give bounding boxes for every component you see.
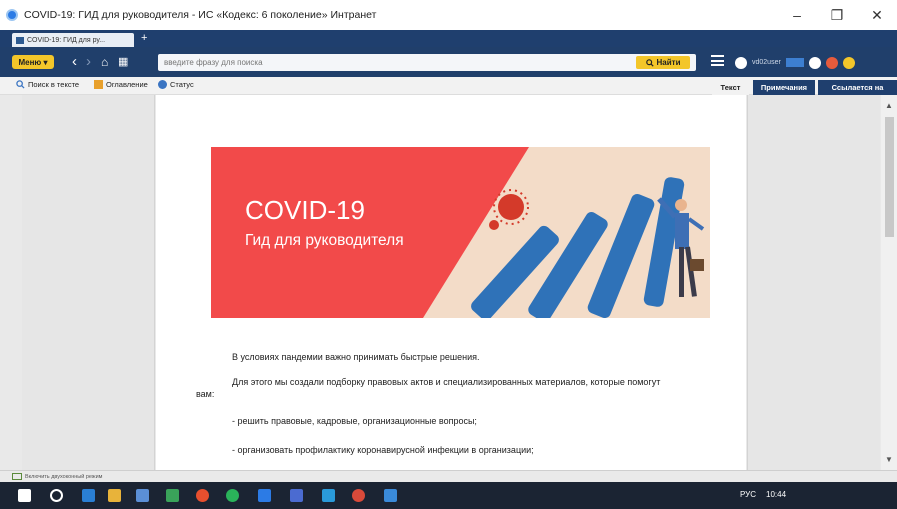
tab-references[interactable]: Ссылается на (818, 80, 897, 95)
maximize-button[interactable]: ❐ (817, 0, 857, 30)
window-titlebar: COVID-19: ГИД для руководителя - ИС «Код… (0, 0, 897, 30)
back-icon[interactable]: ‹ (72, 53, 77, 71)
scroll-up-icon[interactable]: ▲ (885, 101, 893, 110)
contents-label: Оглавление (106, 80, 148, 89)
left-panel (22, 95, 155, 470)
search-icon[interactable] (50, 489, 63, 502)
search-in-text-button[interactable]: Поиск в тексте (16, 80, 79, 89)
find-button-label: Найти (656, 58, 681, 67)
start-icon[interactable] (18, 489, 31, 502)
tab-covid-guide[interactable]: COVID-19: ГИД для ру... (12, 33, 134, 47)
status-bar: Включить двухоконный режим (0, 470, 897, 482)
main-toolbar: Меню ▾ ‹ › ⌂ ▦ Найти vd02user (0, 47, 897, 77)
browser-icon[interactable] (82, 489, 95, 502)
doc-paragraph-2b: вам: (196, 389, 215, 399)
whatsapp-icon[interactable] (226, 489, 239, 502)
window-controls: – ❐ ✕ (777, 0, 897, 30)
document-toolbar: Поиск в тексте Оглавление Статус Текст П… (0, 77, 897, 95)
telegram-icon[interactable] (322, 489, 335, 502)
dual-window-icon (12, 473, 22, 480)
right-panel (747, 95, 880, 470)
vertical-scrollbar[interactable]: ▲ ▼ (881, 95, 897, 470)
tab-bar: COVID-19: ГИД для ру... + (0, 30, 897, 47)
content-area: COVID-19 Гид для руководителя В условиях… (0, 95, 897, 470)
forward-icon[interactable]: › (86, 53, 91, 71)
minimize-button[interactable]: – (777, 0, 817, 30)
banner-subtitle: Гид для руководителя (245, 232, 404, 249)
tab-notes[interactable]: Примечания (753, 80, 815, 95)
file-explorer-icon[interactable] (108, 489, 121, 502)
user-area: vd02user (735, 56, 855, 69)
dual-window-label: Включить двухоконный режим (25, 473, 103, 480)
status-label: Статус (170, 80, 194, 89)
app-icon-2[interactable] (290, 489, 303, 502)
doc-paragraph-2a: Для этого мы создали подборку правовых а… (232, 377, 661, 387)
username[interactable]: vd02user (752, 59, 781, 66)
app-logo-icon (6, 9, 18, 21)
notification-icon[interactable] (825, 56, 838, 69)
os-taskbar: РУС 10:44 (0, 482, 897, 509)
store-icon[interactable] (136, 489, 149, 502)
chrome-icon[interactable] (196, 489, 209, 502)
status-button[interactable]: Статус (158, 80, 194, 89)
banner-title: COVID-19 (245, 195, 365, 225)
document-page: COVID-19 Гид для руководителя В условиях… (156, 95, 746, 470)
app-icon-3[interactable] (384, 489, 397, 502)
tab-text[interactable]: Текст (712, 80, 749, 95)
user-icon[interactable] (735, 56, 747, 69)
find-button[interactable]: Найти (636, 56, 690, 69)
app-window: COVID-19: ГИД для руководителя - ИС «Код… (0, 0, 897, 509)
home-icon[interactable]: ⌂ (101, 53, 108, 71)
clock[interactable]: 10:44 (766, 490, 786, 499)
covid-banner: COVID-19 Гид для руководителя (211, 147, 710, 318)
hamburger-menu-icon[interactable] (711, 55, 724, 66)
contents-icon (94, 80, 103, 89)
dual-window-toggle[interactable]: Включить двухоконный режим (12, 473, 102, 480)
close-button[interactable]: ✕ (857, 0, 897, 30)
help-icon[interactable] (842, 56, 855, 69)
search-box: Найти (158, 54, 696, 71)
mail-icon[interactable] (785, 58, 804, 67)
contents-button[interactable]: Оглавление (94, 80, 148, 89)
document-icon (16, 36, 24, 44)
apps-grid-icon[interactable]: ▦ (118, 53, 128, 71)
magnifier-icon (16, 80, 25, 89)
scroll-down-icon[interactable]: ▼ (885, 455, 893, 464)
opera-icon[interactable] (352, 489, 365, 502)
search-in-text-label: Поиск в тексте (28, 80, 80, 89)
menu-button[interactable]: Меню ▾ (12, 55, 54, 69)
system-tray: РУС 10:44 (740, 490, 786, 499)
scrollbar-thumb[interactable] (885, 117, 894, 237)
window-title: COVID-19: ГИД для руководителя - ИС «Код… (24, 9, 377, 21)
doc-paragraph-4: - организовать профилактику коронавирусн… (232, 445, 534, 455)
doc-paragraph-1: В условиях пандемии важно принимать быст… (232, 352, 480, 362)
settings-icon[interactable] (808, 56, 821, 69)
new-tab-button[interactable]: + (141, 32, 147, 44)
tab-label: COVID-19: ГИД для ру... (27, 36, 106, 44)
search-icon (645, 58, 654, 67)
app-icon[interactable] (166, 489, 179, 502)
status-icon (158, 80, 167, 89)
doc-paragraph-3: - решить правовые, кадровые, организацио… (232, 416, 477, 426)
search-input[interactable] (164, 54, 584, 71)
language-indicator[interactable]: РУС (740, 490, 756, 499)
kodeks-icon[interactable] (258, 489, 271, 502)
